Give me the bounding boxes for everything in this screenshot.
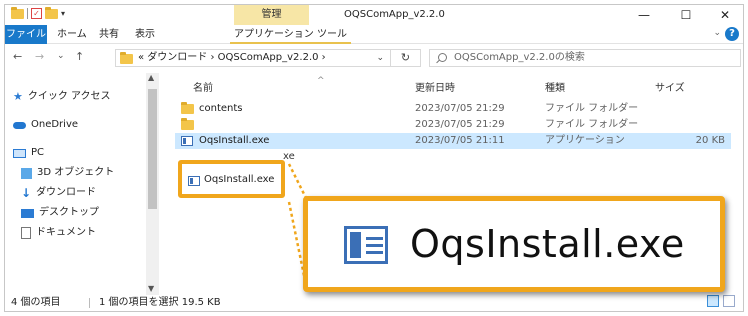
sidebar-item-pc[interactable]: PC xyxy=(13,145,44,161)
sidebar-item-quick-access[interactable]: ★ クイック アクセス xyxy=(13,89,111,105)
search-input[interactable]: OQSComApp_v2.2.0の検索 xyxy=(429,49,741,67)
highlight-box-small: OqsInstall.exe xyxy=(178,160,285,198)
cloud-icon xyxy=(13,121,26,129)
expand-ribbon-icon[interactable]: ⌄ xyxy=(713,28,721,38)
column-header-size[interactable]: サイズ xyxy=(655,79,685,94)
navigation-pane: ★ クイック アクセス OneDrive PC 3D オブジェクト ↓ ダウンロ… xyxy=(5,73,145,295)
maximize-button[interactable]: ☐ xyxy=(669,5,703,25)
selection-info: 1 個の項目を選択 19.5 KB xyxy=(99,297,221,308)
sidebar-item-3d-objects[interactable]: 3D オブジェクト xyxy=(21,165,114,181)
ribbon-tabs: ファイル ホーム 共有 表示 アプリケーション ツール ⌄ ? xyxy=(5,25,743,44)
folder-icon xyxy=(11,6,24,19)
column-header-name[interactable]: 名前 ^ xyxy=(193,76,325,94)
column-header-type[interactable]: 種類 xyxy=(545,79,565,94)
document-icon xyxy=(21,227,31,239)
item-count: 4 個の項目 xyxy=(11,297,61,308)
file-size: 20 KB xyxy=(695,135,725,146)
application-icon xyxy=(181,136,193,146)
search-icon xyxy=(438,53,447,62)
sidebar-item-onedrive[interactable]: OneDrive xyxy=(13,117,78,133)
file-type: ファイル フォルダー xyxy=(545,119,639,130)
column-header-modified[interactable]: 更新日時 xyxy=(415,79,455,94)
highlighted-file-name: OqsInstall.exe xyxy=(204,174,275,185)
desktop-icon xyxy=(21,208,34,218)
chevron-down-icon[interactable]: ⌄ xyxy=(376,50,384,66)
help-icon[interactable]: ? xyxy=(725,27,739,41)
cube-icon xyxy=(21,167,32,179)
scroll-down-icon[interactable]: ▼ xyxy=(148,284,154,293)
star-icon: ★ xyxy=(13,90,23,103)
forward-arrow-icon[interactable]: → xyxy=(35,50,44,63)
file-modified: 2023/07/05 21:29 xyxy=(415,103,505,114)
zoomed-file-name: OqsInstall.exe xyxy=(410,222,685,266)
table-row-selected[interactable]: OqsInstall.exe 2023/07/05 21:11 アプリケーション… xyxy=(175,133,731,149)
sidebar-item-label: OneDrive xyxy=(31,119,79,130)
sidebar-item-label: ドキュメント xyxy=(36,227,96,238)
quick-access-toolbar: ✓ ▾ xyxy=(11,6,65,19)
file-modified: 2023/07/05 21:29 xyxy=(415,119,505,130)
file-modified: 2023/07/05 21:11 xyxy=(415,135,505,146)
zoom-callout: OqsInstall.exe xyxy=(303,196,725,292)
recent-locations-icon[interactable]: ⌄ xyxy=(57,51,65,61)
download-icon: ↓ xyxy=(21,186,32,200)
navigation-scrollbar[interactable]: ▲ ▼ xyxy=(146,73,159,295)
folder-icon xyxy=(181,102,194,114)
up-arrow-icon[interactable]: ↑ xyxy=(75,50,84,63)
column-header-label: 名前 xyxy=(193,83,213,94)
sidebar-item-downloads[interactable]: ↓ ダウンロード xyxy=(21,185,96,201)
table-row[interactable]: 2023/07/05 21:29 ファイル フォルダー xyxy=(175,117,731,133)
folder-icon xyxy=(120,52,133,64)
file-name: contents xyxy=(199,103,243,114)
sidebar-item-label: PC xyxy=(31,147,45,158)
sidebar-item-label: ダウンロード xyxy=(36,187,97,198)
tab-file[interactable]: ファイル xyxy=(5,25,47,44)
minimize-button[interactable]: — xyxy=(627,5,661,25)
tab-home[interactable]: ホーム xyxy=(57,25,87,44)
details-view-icon[interactable] xyxy=(707,295,719,307)
tab-share[interactable]: 共有 xyxy=(99,25,119,44)
title-bar: ✓ ▾ 管理 OQSComApp_v2.2.0 — ☐ ✕ xyxy=(5,5,743,25)
table-row[interactable]: contents 2023/07/05 21:29 ファイル フォルダー xyxy=(175,101,731,117)
scroll-up-icon[interactable]: ▲ xyxy=(148,73,154,82)
address-bar[interactable]: « ダウンロード › OQSComApp_v2.2.0 › ⌄ xyxy=(115,49,391,67)
refresh-button[interactable]: ↻ xyxy=(391,49,421,67)
file-name: OqsInstall.exe xyxy=(199,135,270,146)
application-icon xyxy=(188,176,200,186)
status-bar: 4 個の項目 1 個の項目を選択 19.5 KB xyxy=(5,295,743,311)
sidebar-item-label: 3D オブジェクト xyxy=(37,167,115,178)
sidebar-item-label: デスクトップ xyxy=(39,207,99,218)
application-icon-large xyxy=(344,226,388,264)
large-icons-view-icon[interactable] xyxy=(723,295,735,307)
status-divider xyxy=(89,298,90,308)
toolbar-divider xyxy=(27,8,28,19)
pc-icon xyxy=(13,148,26,158)
folder-icon xyxy=(181,118,194,130)
close-button[interactable]: ✕ xyxy=(708,5,742,25)
file-type: ファイル フォルダー xyxy=(545,103,639,114)
sort-ascending-icon: ^ xyxy=(317,76,325,86)
sidebar-item-label: クイック アクセス xyxy=(27,91,111,102)
customize-toolbar-icon[interactable]: ▾ xyxy=(61,9,65,18)
tab-application-tools[interactable]: アプリケーション ツール xyxy=(230,25,351,44)
back-arrow-icon[interactable]: ← xyxy=(13,50,22,63)
search-placeholder: OQSComApp_v2.2.0の検索 xyxy=(454,52,585,63)
window-title: OQSComApp_v2.2.0 xyxy=(344,9,445,20)
file-type: アプリケーション xyxy=(545,135,625,146)
new-folder-icon[interactable] xyxy=(45,6,58,19)
breadcrumb[interactable]: « ダウンロード › OQSComApp_v2.2.0 › xyxy=(138,50,326,66)
sidebar-item-documents[interactable]: ドキュメント xyxy=(21,225,96,241)
scrollbar-thumb[interactable] xyxy=(148,89,157,209)
properties-icon[interactable]: ✓ xyxy=(31,8,42,19)
sidebar-item-desktop[interactable]: デスクトップ xyxy=(21,205,99,221)
navigation-bar: ← → ⌄ ↑ « ダウンロード › OQSComApp_v2.2.0 › ⌄ … xyxy=(5,45,743,71)
manage-tab[interactable]: 管理 xyxy=(234,5,309,25)
tab-view[interactable]: 表示 xyxy=(135,25,155,44)
